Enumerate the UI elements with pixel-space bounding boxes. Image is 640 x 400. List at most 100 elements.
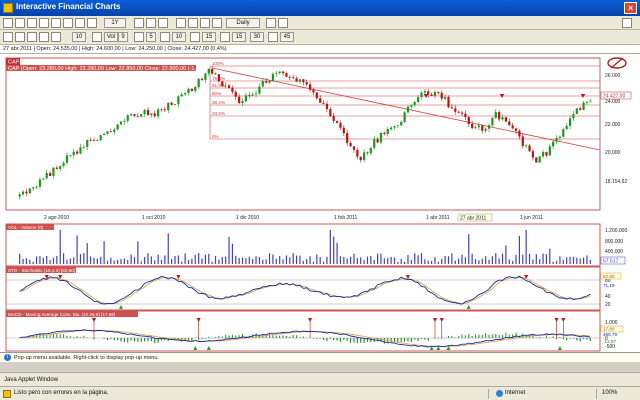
xlabel-feb: 1 feb 2011 — [334, 215, 357, 221]
momentum-icon[interactable] — [160, 32, 170, 42]
candle-down — [359, 156, 362, 161]
toolbar-main: 1Y Daily — [0, 16, 640, 30]
candle-down — [349, 143, 352, 147]
candle-up — [106, 131, 109, 134]
candle-up — [130, 114, 133, 116]
volume-ytick-400000: 400.000 — [605, 249, 623, 255]
ticker-badge-text: CAP — [8, 60, 20, 66]
price-header: CAP (Open: 23.280,00 High: 23.280,00 Low… — [8, 66, 208, 72]
candle-down — [55, 167, 58, 169]
ema-icon[interactable] — [15, 32, 25, 42]
volume-last-label: 57.517 — [603, 259, 619, 265]
grid-icon[interactable] — [266, 18, 276, 28]
candle-down — [471, 123, 474, 129]
stoch-ytick-20: 20 — [605, 302, 611, 308]
candle-down — [450, 107, 453, 109]
candle-down — [238, 96, 241, 103]
log-scale-icon[interactable] — [278, 18, 288, 28]
candle-down — [288, 76, 291, 78]
param-field-3[interactable]: 9 — [118, 32, 128, 42]
macd-icon[interactable] — [220, 32, 230, 42]
candle-up — [194, 87, 197, 91]
candle-up — [45, 173, 48, 179]
envelope-icon[interactable] — [39, 32, 49, 42]
text-icon[interactable] — [63, 18, 73, 28]
chart-area[interactable]: CAP CAP (Open: 23.280,00 High: 23.280,00… — [0, 54, 640, 352]
candle-up — [35, 186, 38, 188]
candle-up — [103, 133, 106, 136]
candle-up — [562, 129, 565, 137]
candle-down — [545, 152, 548, 156]
williams-icon[interactable] — [268, 32, 278, 42]
stoch-value-a: 82,80 — [603, 274, 615, 279]
refresh-icon[interactable] — [87, 18, 97, 28]
price-ytick-26000: 26.000 — [605, 73, 621, 79]
param-field-4[interactable]: 5 — [146, 32, 156, 42]
candle-down — [234, 91, 237, 97]
status-divider-2 — [596, 389, 597, 399]
security-zone: Internet — [505, 390, 526, 396]
print-icon[interactable] — [200, 18, 210, 28]
volume-panel: VOL - Volume (0) 1.200.000 800.000 400.0… — [5, 223, 627, 267]
candle-up — [258, 86, 261, 94]
candle-up — [18, 194, 21, 197]
spacer — [0, 362, 640, 372]
candle-style-icon[interactable] — [146, 18, 156, 28]
candle-down — [460, 112, 464, 114]
candle-down — [302, 79, 305, 83]
candle-down — [153, 113, 156, 117]
stochastic-icon[interactable] — [190, 32, 200, 42]
candle-down — [332, 116, 335, 121]
zoom-in-icon[interactable] — [3, 18, 13, 28]
erase-icon[interactable] — [75, 18, 85, 28]
rsi-icon[interactable] — [134, 32, 144, 42]
candle-up — [477, 125, 480, 128]
param-field-6[interactable]: 15 — [202, 32, 216, 42]
param-field-8[interactable]: 30 — [250, 32, 264, 42]
popup-menu-hint: i Pop-up menu available. Right-click to d… — [0, 352, 640, 362]
bollinger-icon[interactable] — [27, 32, 37, 42]
draw-line-icon[interactable] — [39, 18, 49, 28]
zoom-out-icon[interactable] — [15, 18, 25, 28]
macd-value-b: 466,79 — [603, 332, 617, 337]
interval-select[interactable]: Daily — [226, 18, 260, 28]
toolbar-indicators: 10 Vol 9 5 10 15 15 30 45 — [0, 30, 640, 45]
param-field-1[interactable]: 10 — [72, 32, 86, 42]
fib-level-label: 38,2% — [212, 100, 225, 105]
period-select[interactable]: 1Y — [104, 18, 126, 28]
candle-down — [281, 71, 285, 74]
candle-up — [184, 93, 187, 95]
help-icon[interactable] — [622, 18, 632, 28]
fibonacci-icon[interactable] — [51, 18, 61, 28]
param-field-9[interactable]: 45 — [280, 32, 294, 42]
candle-down — [265, 81, 268, 83]
volume-toggle-icon[interactable] — [92, 32, 102, 42]
stochastic-header: STO - Stochastic (15,3,3) [82,80] — [8, 268, 75, 273]
candle-down — [464, 113, 467, 118]
param-field-7[interactable]: 15 — [232, 32, 246, 42]
bar-style-icon[interactable] — [134, 18, 144, 28]
candle-down — [75, 151, 79, 154]
param-field-2[interactable]: Vol — [104, 32, 118, 42]
candle-up — [541, 152, 545, 157]
close-button[interactable]: × — [624, 2, 637, 14]
chart-canvas[interactable]: CAP CAP (Open: 23.280,00 High: 23.280,00… — [0, 54, 640, 352]
compare-icon[interactable] — [188, 18, 198, 28]
candle-down — [521, 136, 524, 146]
zoom-level[interactable]: 100% — [602, 387, 617, 400]
warning-icon[interactable] — [3, 390, 11, 398]
candle-up — [204, 73, 207, 80]
candle-up — [491, 117, 494, 126]
candle-down — [48, 173, 52, 176]
candle-up — [565, 125, 568, 130]
sma-icon[interactable] — [3, 32, 13, 42]
param-field-5[interactable]: 10 — [172, 32, 186, 42]
settings-icon[interactable] — [212, 18, 222, 28]
indicator-icon[interactable] — [176, 18, 186, 28]
line-style-icon[interactable] — [158, 18, 168, 28]
price-panel: CAP CAP (Open: 23.280,00 High: 23.280,00… — [5, 57, 632, 222]
crosshair-icon[interactable] — [27, 18, 37, 28]
candle-down — [447, 97, 450, 108]
candle-down — [231, 87, 234, 92]
sar-icon[interactable] — [51, 32, 61, 42]
